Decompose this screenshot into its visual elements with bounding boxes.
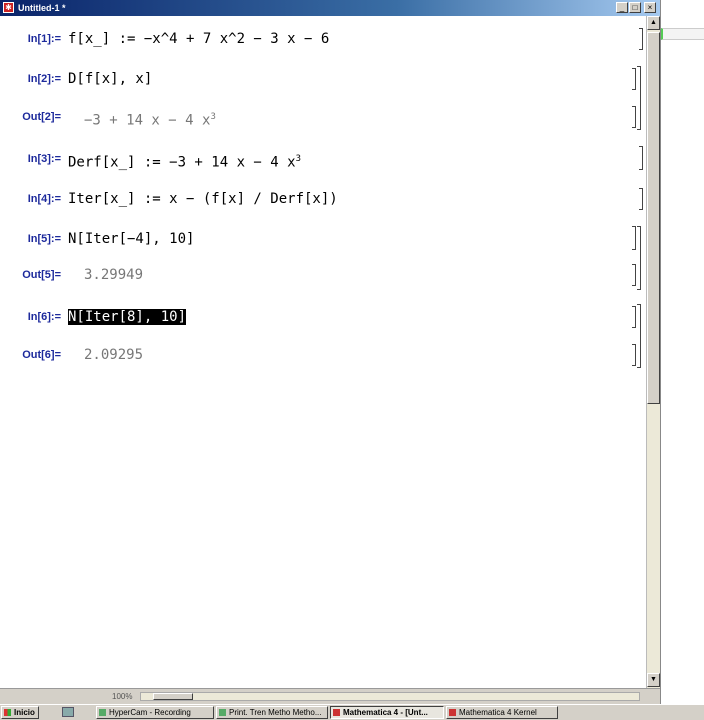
cell-in-4[interactable]: In[4]:= Iter[x_] := x − (f[x] / Derf[x]) <box>0 188 646 212</box>
cell-label: In[3]:= <box>27 153 61 165</box>
taskbar-item-kernel[interactable]: Mathematica 4 Kernel <box>446 706 558 719</box>
window-title: Untitled-1 * <box>18 3 66 13</box>
scroll-down-icon[interactable]: ▼ <box>647 673 660 687</box>
window-status-bar: 100% <box>0 688 660 704</box>
cell-bracket[interactable] <box>639 28 643 50</box>
cell-out-6[interactable]: Out[6]= 2.09295 <box>0 344 646 368</box>
minimize-button[interactable]: _ <box>616 2 628 13</box>
taskbar-item-label: Print. Tren Metho Metho... <box>229 708 322 717</box>
document-icon <box>219 709 226 716</box>
mathematica-icon <box>333 709 340 716</box>
cell-bracket[interactable] <box>632 68 636 90</box>
start-button[interactable]: Inicio <box>1 706 39 719</box>
cell-label: Out[2]= <box>22 111 61 123</box>
input-code[interactable]: D[f[x], x] <box>68 70 152 88</box>
cell-label: Out[6]= <box>22 349 61 361</box>
cell-bracket[interactable] <box>632 264 636 286</box>
cell-label: Out[5]= <box>22 269 61 281</box>
cell-out-2[interactable]: Out[2]= −3 + 14 x − 4 x3 <box>0 106 646 130</box>
cell-bracket[interactable] <box>639 188 643 210</box>
vertical-scrollbar[interactable]: ▲ ▼ <box>646 16 660 688</box>
notebook-content[interactable]: In[1]:= f[x_] := −x^4 + 7 x^2 − 3 x − 6 … <box>0 16 646 688</box>
taskbar-item-label: HyperCam - Recording <box>109 708 191 717</box>
cell-bracket[interactable] <box>632 306 636 328</box>
windows-taskbar: Inicio HyperCam - Recording Print. Tren … <box>0 704 704 720</box>
input-code-selected[interactable]: N[Iter[8], 10] <box>68 308 187 326</box>
mathematica-notebook-window: ✱ Untitled-1 * _ □ × In[1]:= f[x_] := −x… <box>0 0 661 704</box>
cell-bracket[interactable] <box>632 106 636 128</box>
cell-bracket[interactable] <box>632 344 636 366</box>
maximize-button[interactable]: □ <box>629 2 641 13</box>
mathematica-kernel-icon <box>449 709 456 716</box>
taskbar-item-mathematica[interactable]: Mathematica 4 - [Unt... <box>330 706 444 719</box>
close-button[interactable]: × <box>644 2 656 13</box>
input-code[interactable]: f[x_] := −x^4 + 7 x^2 − 3 x − 6 <box>68 30 329 48</box>
cell-label: In[4]:= <box>27 193 61 205</box>
cell-label: In[5]:= <box>27 233 61 245</box>
start-label: Inicio <box>14 708 35 717</box>
zoom-level[interactable]: 100% <box>112 692 132 701</box>
cell-out-5[interactable]: Out[5]= 3.29949 <box>0 264 646 288</box>
background-window-tab[interactable] <box>661 28 704 40</box>
windows-start-flag-icon <box>4 709 11 716</box>
taskbar-item-label: Mathematica 4 Kernel <box>459 708 537 717</box>
scroll-thumb[interactable] <box>647 32 660 404</box>
selection-highlight[interactable]: N[Iter[8], 10] <box>68 309 187 325</box>
input-code[interactable]: N[Iter[−4], 10] <box>68 230 194 248</box>
cell-in-6[interactable]: In[6]:= N[Iter[8], 10] <box>0 304 646 368</box>
output-value[interactable]: 3.29949 <box>84 266 143 284</box>
taskbar-item-label: Mathematica 4 - [Unt... <box>343 708 428 717</box>
cell-in-2[interactable]: In[2]:= D[f[x], x] <box>0 66 646 130</box>
cell-in-1[interactable]: In[1]:= f[x_] := −x^4 + 7 x^2 − 3 x − 6 <box>0 28 646 52</box>
input-code[interactable]: Iter[x_] := x − (f[x] / Derf[x]) <box>68 190 338 208</box>
input-superscript: 3 <box>295 154 301 164</box>
background-window[interactable] <box>661 0 704 704</box>
cell-label: In[1]:= <box>27 33 61 45</box>
title-bar[interactable]: ✱ Untitled-1 * _ □ × <box>0 0 660 16</box>
taskbar-item-hypercam[interactable]: HyperCam - Recording <box>96 706 214 719</box>
output-superscript: 3 <box>210 112 216 122</box>
cell-label: In[6]:= <box>27 311 61 323</box>
cell-in-3[interactable]: In[3]:= Derf[x_] := −3 + 14 x − 4 x3 <box>0 146 646 172</box>
taskbar-item-print[interactable]: Print. Tren Metho Metho... <box>216 706 328 719</box>
quick-launch-icon[interactable] <box>62 707 74 717</box>
hypercam-icon <box>99 709 106 716</box>
horizontal-scroll-thumb[interactable] <box>153 693 193 700</box>
cell-in-5[interactable]: In[5]:= N[Iter[−4], 10] <box>0 226 646 290</box>
cell-bracket[interactable] <box>632 226 636 250</box>
mathematica-app-icon[interactable]: ✱ <box>3 2 14 13</box>
scroll-up-icon[interactable]: ▲ <box>647 16 660 30</box>
cell-bracket[interactable] <box>639 146 643 170</box>
cell-label: In[2]:= <box>27 73 61 85</box>
output-value[interactable]: 2.09295 <box>84 346 143 364</box>
output-value[interactable]: −3 + 14 x − 4 x3 <box>84 108 216 130</box>
input-code[interactable]: Derf[x_] := −3 + 14 x − 4 x3 <box>68 150 301 172</box>
output-main: −3 + 14 x − 4 x <box>84 112 211 129</box>
input-main: Derf[x_] := −3 + 14 x − 4 x <box>68 154 296 171</box>
horizontal-scrollbar[interactable] <box>140 692 640 701</box>
